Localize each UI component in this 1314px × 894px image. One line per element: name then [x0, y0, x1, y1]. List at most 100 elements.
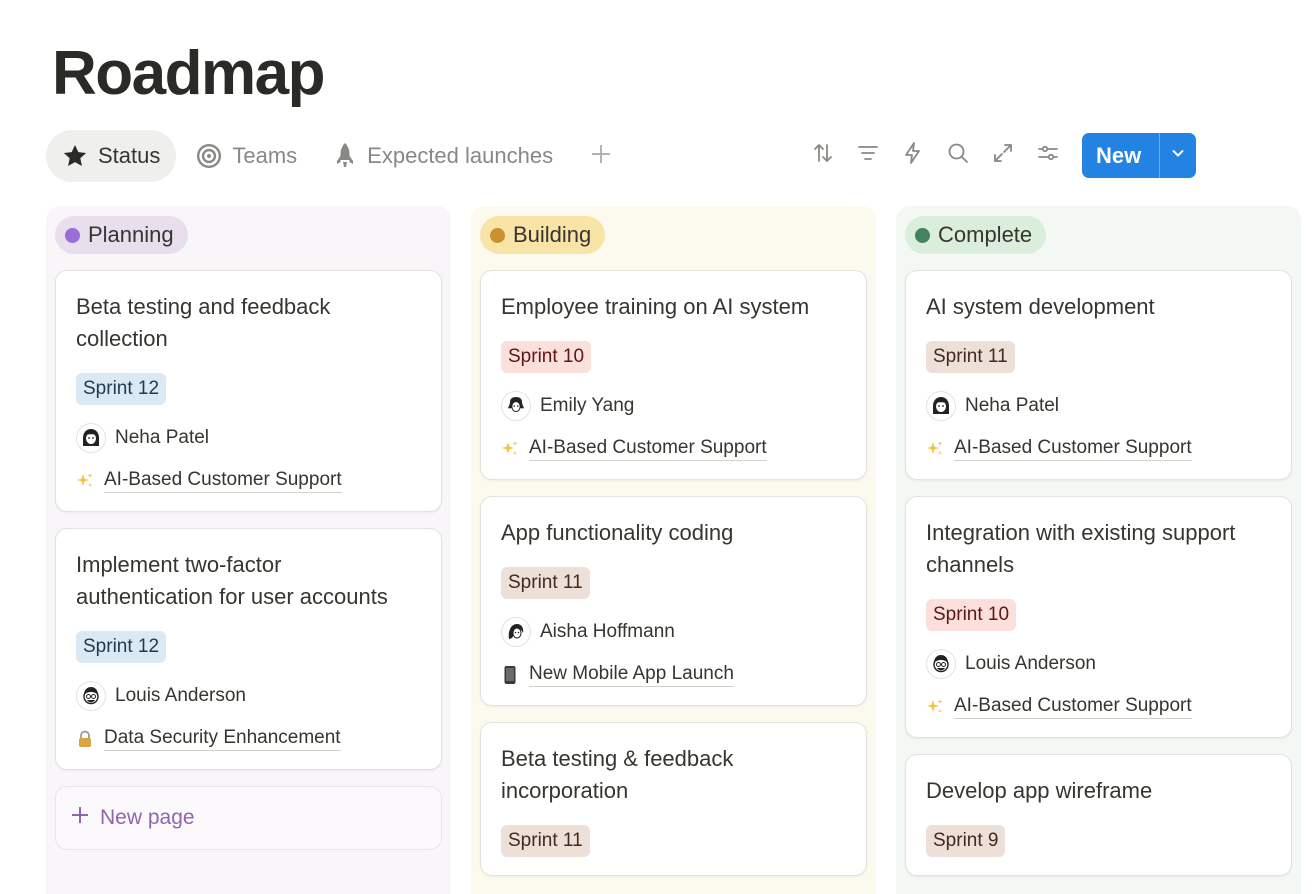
status-dot	[915, 227, 930, 243]
column-label: Planning	[88, 222, 174, 247]
new-dropdown-button[interactable]	[1159, 133, 1196, 178]
star-icon	[62, 143, 88, 169]
card[interactable]: AI system development Sprint 11 Neha Pat…	[905, 270, 1292, 480]
assignee: Aisha Hoffmann	[501, 617, 846, 647]
settings-icon	[1036, 141, 1060, 170]
column-planning: Planning Beta testing and feedback colle…	[46, 206, 451, 894]
card-title: App functionality coding	[501, 520, 734, 545]
card-title: Beta testing and feedback collection	[76, 294, 331, 351]
expand-button[interactable]	[980, 133, 1025, 178]
sparkles-icon	[926, 439, 944, 459]
roadmap-page: Roadmap Status Teams Expected launches N…	[0, 0, 1314, 894]
project-link[interactable]: New Mobile App Launch	[529, 663, 734, 687]
status-dot	[490, 227, 505, 243]
plus-icon	[590, 143, 612, 170]
project-relation: AI-Based Customer Support	[501, 437, 846, 461]
avatar	[501, 391, 531, 421]
assignee-name: Louis Anderson	[965, 653, 1096, 674]
sort-icon	[811, 141, 835, 170]
avatar	[76, 423, 106, 453]
sprint-tag: Sprint 11	[926, 341, 1015, 373]
automation-button[interactable]	[890, 133, 935, 178]
phone-icon	[501, 665, 519, 685]
sprint-tag: Sprint 10	[926, 599, 1017, 631]
status-header-building[interactable]: Building	[480, 216, 606, 254]
plus-icon	[70, 805, 90, 831]
tab-expected-launches[interactable]: Expected launches	[317, 130, 569, 182]
status-header-complete[interactable]: Complete	[905, 216, 1047, 254]
project-relation: AI-Based Customer Support	[926, 437, 1271, 461]
new-page-label: New page	[100, 806, 195, 829]
sprint-tag: Sprint 9	[926, 825, 1006, 857]
search-icon	[946, 141, 970, 170]
card[interactable]: Integration with existing support channe…	[905, 496, 1292, 738]
sprint-tag: Sprint 12	[76, 631, 167, 663]
new-button[interactable]: New	[1082, 133, 1197, 178]
column-complete: Complete AI system development Sprint 11…	[896, 206, 1301, 894]
avatar	[76, 681, 106, 711]
card-title: AI system development	[926, 294, 1155, 319]
card[interactable]: Implement two-factor authentication for …	[55, 528, 442, 770]
card-title: Implement two-factor authentication for …	[76, 552, 388, 609]
sparkles-icon	[501, 439, 519, 459]
project-link[interactable]: Data Security Enhancement	[104, 727, 341, 751]
card[interactable]: Employee training on AI system Sprint 10…	[480, 270, 867, 480]
sparkles-icon	[926, 697, 944, 717]
add-view-button[interactable]	[581, 136, 621, 176]
avatar	[926, 649, 956, 679]
target-icon	[196, 143, 222, 169]
filter-button[interactable]	[845, 133, 890, 178]
tab-status[interactable]: Status	[46, 130, 177, 182]
expand-icon	[991, 141, 1015, 170]
status-dot	[65, 227, 80, 243]
column-label: Complete	[938, 222, 1033, 247]
view-tabs: Status Teams Expected launches	[46, 130, 621, 182]
card[interactable]: Beta testing and feedback collection Spr…	[55, 270, 442, 512]
database-toolbar: New	[800, 133, 1197, 178]
tab-label: Teams	[232, 143, 298, 168]
assignee-name: Emily Yang	[540, 395, 635, 416]
project-link[interactable]: AI-Based Customer Support	[529, 437, 767, 461]
sprint-tag: Sprint 10	[501, 341, 592, 373]
assignee: Neha Patel	[76, 423, 421, 453]
column-label: Building	[513, 222, 592, 247]
automation-icon	[901, 141, 925, 170]
assignee-name: Aisha Hoffmann	[540, 621, 675, 642]
assignee: Louis Anderson	[926, 649, 1271, 679]
card-title: Beta testing & feedback incorporation	[501, 746, 734, 803]
assignee: Neha Patel	[926, 391, 1271, 421]
rocket-icon	[333, 142, 357, 170]
tab-label: Status	[98, 143, 161, 168]
sprint-tag: Sprint 11	[501, 825, 590, 857]
project-link[interactable]: AI-Based Customer Support	[954, 695, 1192, 719]
status-header-planning[interactable]: Planning	[55, 216, 188, 254]
tab-teams[interactable]: Teams	[180, 130, 313, 182]
assignee-name: Neha Patel	[115, 427, 210, 448]
search-button[interactable]	[935, 133, 980, 178]
card[interactable]: Beta testing & feedback incorporation Sp…	[480, 722, 867, 876]
project-link[interactable]: AI-Based Customer Support	[954, 437, 1192, 461]
card[interactable]: App functionality coding Sprint 11 Aisha…	[480, 496, 867, 706]
card-title: Integration with existing support channe…	[926, 520, 1236, 577]
filter-icon	[856, 141, 880, 170]
project-relation: AI-Based Customer Support	[926, 695, 1271, 719]
assignee: Louis Anderson	[76, 681, 421, 711]
project-link[interactable]: AI-Based Customer Support	[104, 469, 342, 493]
new-page-button[interactable]: New page	[55, 786, 442, 850]
assignee: Emily Yang	[501, 391, 846, 421]
project-relation: AI-Based Customer Support	[76, 469, 421, 493]
sort-button[interactable]	[800, 133, 845, 178]
tab-label: Expected launches	[367, 143, 554, 168]
chevron-down-icon	[1170, 145, 1186, 166]
avatar	[926, 391, 956, 421]
settings-button[interactable]	[1025, 133, 1070, 178]
sprint-tag: Sprint 12	[76, 373, 167, 405]
page-title: Roadmap	[52, 39, 325, 108]
card[interactable]: Develop app wireframe Sprint 9	[905, 754, 1292, 876]
sprint-tag: Sprint 11	[501, 567, 590, 599]
assignee-name: Louis Anderson	[115, 685, 246, 706]
new-button-label[interactable]: New	[1082, 133, 1159, 178]
avatar	[501, 617, 531, 647]
sparkles-icon	[76, 471, 94, 491]
card-title: Develop app wireframe	[926, 778, 1153, 803]
